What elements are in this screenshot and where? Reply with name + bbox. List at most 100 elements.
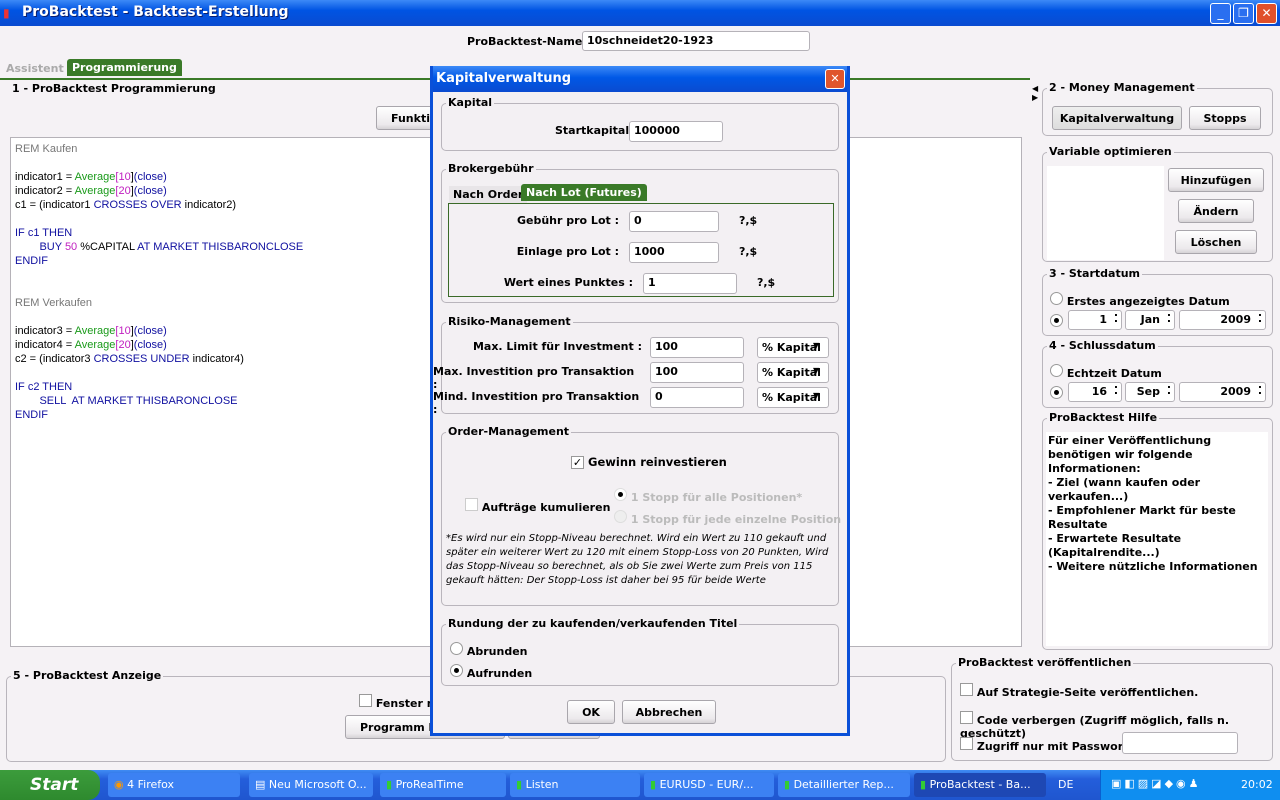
dialog-close-icon[interactable]: ✕ [825,69,845,89]
startkapital-label: Startkapital : [555,124,638,137]
end-day-spinner[interactable]: 16 [1068,382,1122,402]
code-token: Average [74,325,116,337]
prorealtime-icon: ▮ [516,778,526,791]
name-label: ProBacktest-Name : [467,35,591,48]
start-month-spinner[interactable]: Jan [1125,310,1175,330]
tray-icons[interactable]: ▣◧▨◪◆◉♟ [1111,777,1202,790]
end-month-spinner[interactable]: Sep [1125,382,1175,402]
language-indicator[interactable]: DE [1058,778,1073,791]
taskbar-item[interactable]: ▮ ProRealTime [380,773,506,797]
cumulate-checkbox[interactable]: Aufträge kumulieren [465,498,610,514]
stopps-button[interactable]: Stopps [1189,106,1261,130]
code-token: REM Verkaufen [15,297,93,309]
code-token: (close) [133,339,167,351]
tab-assistent[interactable]: Assistent [3,60,67,77]
collapse-arrows[interactable]: ◀ ▶ [1032,84,1038,102]
round-down-option[interactable]: Abrunden [450,642,527,658]
code-token: ENDIF [15,255,48,267]
chevron-down-icon[interactable]: ▼ [813,341,819,350]
stop-each-option[interactable]: 1 Stopp für jede einzelne Position [614,510,841,526]
cancel-button[interactable]: Abbrechen [622,700,716,724]
kapitalverwaltung-dialog: Kapitalverwaltung ✕ Kapital Startkapital… [430,66,850,736]
ok-button[interactable]: OK [567,700,615,724]
start-button[interactable]: Start [0,770,100,800]
risk-input[interactable]: 0 [650,387,744,408]
code-token: 20 [118,185,131,197]
order-note: *Es wird nur ein Stopp-Niveau berechnet.… [446,533,829,586]
taskbar-item-label: Detaillierter Rep... [793,778,894,791]
start-date-radio[interactable] [1050,314,1063,330]
code-token: SELL AT MARKET THISBARONCLOSE [15,395,238,407]
broker-input[interactable]: 1 [643,273,737,294]
code-token: indicator2 = [15,185,75,197]
prorealtime-icon: ▮ [920,778,930,791]
end-realtime-option[interactable]: Echtzeit Datum [1050,364,1162,380]
stop-all-option[interactable]: 1 Stopp für alle Positionen* [614,488,802,504]
code-token: 10 [118,325,131,337]
add-button[interactable]: Hinzufügen [1168,168,1264,192]
code-token: c2 = (indicator3 [15,353,94,365]
broker-label: Wert eines Punktes : [503,276,633,289]
start-day-spinner[interactable]: 1 [1068,310,1122,330]
taskbar-item-label: 4 Firefox [127,778,175,791]
app-icon: ▮ [3,6,10,20]
maximize-button[interactable]: ❐ [1233,3,1254,24]
risk-input[interactable]: 100 [650,362,744,383]
delete-button[interactable]: Löschen [1175,230,1257,254]
tab-programmierung[interactable]: Programmierung [67,59,182,76]
taskbar-item-label: ProBacktest - Ba... [929,778,1031,791]
code-token: indicator1 = [15,171,75,183]
window-titlebar: ProBacktest - Backtest-Erstellung [0,0,1280,26]
broker-input[interactable]: 1000 [629,242,719,263]
reinvest-checkbox[interactable]: ✓ Gewinn reinvestieren [571,455,727,469]
broker-input[interactable]: 0 [629,211,719,232]
tab-nach-lot[interactable]: Nach Lot (Futures) [521,184,647,201]
publish-checkbox[interactable]: Auf Strategie-Seite veröffentlichen. [960,683,1198,699]
code-token: REM Kaufen [15,143,78,155]
prorealtime-icon: ▮ [650,778,660,791]
start-year-spinner[interactable]: 2009 [1179,310,1266,330]
startkapital-input[interactable]: 100000 [629,121,723,142]
code-token: (close) [133,171,167,183]
dialog-titlebar: Kapitalverwaltung [433,66,847,92]
risk-label: Mind. Investition pro Transaktion : [433,390,640,416]
password-checkbox[interactable]: Zugriff nur mit Passwort : [960,737,1137,753]
close-button[interactable]: ✕ [1256,3,1277,24]
code-token: 10 [118,171,131,183]
prorealtime-icon: ▮ [784,778,794,791]
taskbar-item[interactable]: ▮ EURUSD - EUR/... [644,773,774,797]
code-token: BUY [15,241,65,253]
variable-list[interactable] [1047,166,1164,260]
taskbar-item[interactable]: ▤ Neu Microsoft O... [249,773,373,797]
broker-label: Gebühr pro Lot : [516,214,619,227]
chevron-down-icon[interactable]: ▼ [813,391,819,400]
code-token: (close) [133,325,167,337]
end-date-radio[interactable] [1050,386,1063,402]
help-text: Für einer Veröffentlichung benötigen wir… [1046,432,1268,646]
minimize-button[interactable]: _ [1210,3,1231,24]
code-token: CROSSES OVER [93,199,182,211]
password-input[interactable] [1122,732,1238,754]
taskbar-item[interactable]: ▮ Listen [510,773,640,797]
risk-label: Max. Investition pro Transaktion : [433,365,635,391]
start-first-date-option[interactable]: Erstes angezeigtes Datum [1050,292,1230,308]
chevron-down-icon[interactable]: ▼ [813,366,819,375]
end-year-spinner[interactable]: 2009 [1179,382,1266,402]
taskbar-item-label: EURUSD - EUR/... [659,778,754,791]
functions-button[interactable]: Funktio [376,106,438,130]
edit-button[interactable]: Ändern [1178,199,1254,223]
taskbar-item[interactable]: ▮ ProBacktest - Ba... [914,773,1046,797]
code-token: Average [74,171,116,183]
code-token: indicator3 = [15,325,75,337]
taskbar-item-label: Listen [525,778,559,791]
backtest-name-input[interactable]: 10schneidet20-1923 [582,31,810,51]
round-up-option[interactable]: Aufrunden [450,664,532,680]
prorealtime-icon: ▮ [386,778,396,791]
risk-input[interactable]: 100 [650,337,744,358]
code-token: (close) [133,185,167,197]
taskbar-item[interactable]: ▮ Detaillierter Rep... [778,773,910,797]
tab-nach-order[interactable]: Nach Order [449,186,528,203]
taskbar-item[interactable]: ◉ 4 Firefox [108,773,240,797]
kapitalverwaltung-button[interactable]: Kapitalverwaltung [1052,106,1182,130]
window-title: ProBacktest - Backtest-Erstellung [22,4,289,20]
